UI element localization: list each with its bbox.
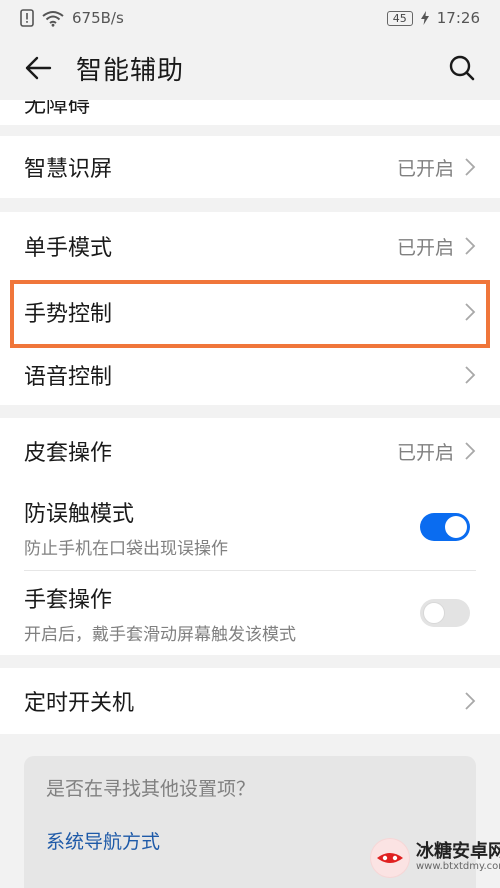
chevron-right-icon [464,157,476,177]
list-item-subtitle: 开启后，戴手套滑动屏幕触发该模式 [24,624,296,645]
suggestion-question: 是否在寻找其他设置项？ [46,778,256,800]
list-item-pocket-mode[interactable]: 防误触模式 防止手机在口袋出现误操作 [0,484,500,570]
list-item-scheduled-power[interactable]: 定时开关机 [0,668,500,734]
toggle-knob [445,516,467,538]
settings-card: 单手模式 已开启 手势控制 语音控制 [0,212,500,405]
list-item-voice-control[interactable]: 语音控制 [0,344,500,406]
status-bar: 675B/s 45 17:26 [0,0,500,36]
list-item-label: 智慧识屏 [24,157,113,182]
list-item-one-hand-mode[interactable]: 单手模式 已开启 [0,212,500,280]
glove-mode-toggle[interactable] [420,599,470,627]
list-item-label: 定时开关机 [24,691,135,716]
pocket-mode-toggle[interactable] [420,513,470,541]
chevron-right-icon [464,236,476,256]
list-item-accessibility-clipped[interactable]: 无障碍 [0,100,500,125]
settings-card: 智慧识屏 已开启 [0,136,500,198]
back-arrow-icon [25,56,52,80]
battery-level: 45 [392,11,407,25]
list-item-label: 语音控制 [24,365,113,390]
charging-icon [420,11,429,25]
search-button[interactable] [444,50,480,86]
wifi-icon [42,10,64,27]
back-button[interactable] [20,50,56,86]
toggle-knob [423,602,445,624]
watermark-logo-icon [370,838,410,878]
clock: 17:26 [436,9,480,27]
watermark: 冰糖安卓网 www.btxtdmy.com [370,838,500,878]
list-item-gesture-control[interactable]: 手势控制 [0,280,500,344]
list-item-label: 皮套操作 [24,441,113,466]
chevron-right-icon [464,365,476,385]
list-item-label: 防误触模式 [24,501,135,527]
sim-alert-icon [20,9,34,27]
battery-icon: 45 [386,10,413,26]
list-item-label: 手势控制 [24,302,113,327]
settings-card: 定时开关机 [0,668,500,734]
list-item-subtitle: 防止手机在口袋出现误操作 [24,538,228,559]
watermark-name: 冰糖安卓网 [416,841,500,863]
network-speed: 675B/s [72,9,124,27]
search-icon [449,55,475,81]
settings-card: 皮套操作 已开启 防误触模式 防止手机在口袋出现误操作 手套操作 开启后，戴手套… [0,418,500,655]
watermark-url: www.btxtdmy.com [416,861,500,873]
list-item-label: 无障碍 [24,100,91,118]
chevron-right-icon [464,441,476,461]
suggestion-link[interactable]: 系统导航方式 [46,827,160,854]
list-item-glove-mode[interactable]: 手套操作 开启后，戴手套滑动屏幕触发该模式 [0,570,500,656]
chevron-right-icon [464,691,476,711]
app-header: 智能辅助 [0,36,500,100]
status-value: 已开启 [396,441,454,464]
list-item-label: 手套操作 [24,587,113,613]
list-item-cover-operation[interactable]: 皮套操作 已开启 [0,418,500,484]
list-item-label: 单手模式 [24,236,113,261]
list-item-smart-screen[interactable]: 智慧识屏 已开启 [0,136,500,198]
page-title: 智能辅助 [76,55,185,86]
chevron-right-icon [464,302,476,322]
status-value: 已开启 [396,236,454,259]
status-value: 已开启 [396,157,454,180]
